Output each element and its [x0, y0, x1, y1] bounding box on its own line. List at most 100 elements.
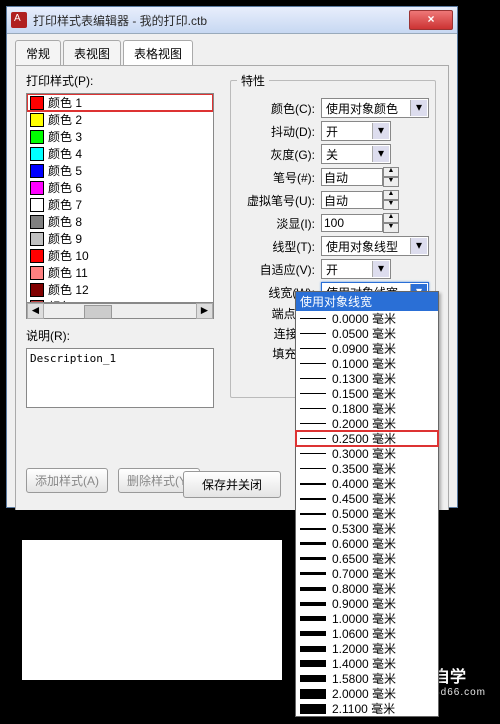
style-list-item[interactable]: 颜色 11 [27, 264, 213, 281]
color-swatch-icon [30, 283, 44, 297]
screen-label: 淡显(I): [237, 215, 315, 232]
pen-input[interactable] [321, 168, 383, 186]
chevron-down-icon: ▾ [410, 100, 427, 116]
lineweight-option[interactable]: 0.2000 毫米 [296, 416, 438, 431]
save-close-button[interactable]: 保存并关闭 [183, 471, 281, 498]
lineweight-preview-icon [300, 542, 326, 545]
chevron-down-icon: ▾ [372, 146, 389, 162]
lineweight-option[interactable]: 1.2000 毫米 [296, 641, 438, 656]
style-list-label: 颜色 2 [48, 111, 82, 128]
linetype-label: 线型(T): [237, 238, 315, 255]
lineweight-option[interactable]: 0.5000 毫米 [296, 506, 438, 521]
tab-table-view[interactable]: 表视图 [63, 40, 121, 65]
lineweight-preview-icon [300, 660, 326, 667]
color-swatch-icon [30, 249, 44, 263]
lineweight-option[interactable]: 1.4000 毫米 [296, 656, 438, 671]
lineweight-option[interactable]: 1.0000 毫米 [296, 611, 438, 626]
color-swatch-icon [30, 215, 44, 229]
h-scrollbar[interactable]: ◄ ► [26, 303, 214, 319]
lineweight-preview-icon [300, 363, 326, 364]
lineweight-option[interactable]: 0.0500 毫米 [296, 326, 438, 341]
lineweight-option[interactable]: 0.3000 毫米 [296, 446, 438, 461]
dither-combo[interactable]: 开▾ [321, 121, 391, 141]
titlebar[interactable]: 打印样式表编辑器 - 我的打印.ctb × [7, 7, 457, 34]
adaptive-combo[interactable]: 开▾ [321, 259, 391, 279]
lineweight-option[interactable]: 0.5300 毫米 [296, 521, 438, 536]
lineweight-preview-icon [300, 602, 326, 606]
lineweight-option[interactable]: 2.1100 毫米 [296, 701, 438, 716]
lineweight-preview-icon [300, 513, 326, 515]
lineweight-preview-icon [300, 408, 326, 409]
lineweight-option[interactable]: 0.7000 毫米 [296, 566, 438, 581]
style-list-item[interactable]: 颜色 5 [27, 162, 213, 179]
styles-listbox[interactable]: 颜色 1颜色 2颜色 3颜色 4颜色 5颜色 6颜色 7颜色 8颜色 9颜色 1… [26, 93, 214, 303]
styles-label: 打印样式(P): [26, 72, 218, 89]
description-box[interactable]: Description_1 [26, 348, 214, 408]
lineweight-preview-icon [300, 348, 326, 349]
linetype-combo[interactable]: 使用对象线型▾ [321, 236, 429, 256]
scroll-thumb[interactable] [84, 305, 112, 319]
lineweight-option[interactable]: 0.1500 毫米 [296, 386, 438, 401]
lineweight-option[interactable]: 0.6500 毫米 [296, 551, 438, 566]
lineweight-dropdown[interactable]: 使用对象线宽 0.0000 毫米0.0500 毫米0.0900 毫米0.1000… [295, 291, 439, 717]
color-swatch-icon [30, 96, 44, 110]
vpen-spinner[interactable]: ▲▼ [383, 190, 399, 210]
gray-combo[interactable]: 关▾ [321, 144, 391, 164]
lineweight-preview-icon [300, 528, 326, 530]
scroll-right-icon[interactable]: ► [196, 303, 213, 319]
lineweight-preview-icon [300, 498, 326, 500]
style-list-item[interactable]: 颜色 1 [27, 94, 213, 111]
tab-form-view[interactable]: 表格视图 [123, 40, 193, 65]
style-list-item[interactable]: 颜色 8 [27, 213, 213, 230]
lineweight-preview-icon [300, 557, 326, 560]
lineweight-preview-icon [300, 646, 326, 652]
style-list-item[interactable]: 颜色 4 [27, 145, 213, 162]
tab-general[interactable]: 常规 [15, 40, 61, 65]
color-combo[interactable]: 使用对象颜色▾ [321, 98, 429, 118]
style-list-item[interactable]: 颜色 3 [27, 128, 213, 145]
lineweight-option[interactable]: 0.1300 毫米 [296, 371, 438, 386]
lineweight-preview-icon [300, 704, 326, 714]
lineweight-option[interactable]: 0.2500 毫米 [296, 431, 438, 446]
lineweight-option[interactable]: 0.8000 毫米 [296, 581, 438, 596]
lineweight-preview-icon [300, 587, 326, 591]
lineweight-option[interactable]: 2.0000 毫米 [296, 686, 438, 701]
lineweight-option[interactable]: 0.6000 毫米 [296, 536, 438, 551]
style-list-item[interactable]: 颜色 6 [27, 179, 213, 196]
lineweight-option[interactable]: 0.3500 毫米 [296, 461, 438, 476]
style-list-item[interactable]: 颜色 2 [27, 111, 213, 128]
style-list-item[interactable]: 颜色 12 [27, 281, 213, 298]
lineweight-option-label: 2.1100 毫米 [332, 700, 395, 717]
screen-spinner[interactable]: ▲▼ [383, 213, 399, 233]
lineweight-preview-icon [300, 468, 326, 469]
lineweight-option[interactable]: 0.9000 毫米 [296, 596, 438, 611]
adaptive-label: 自适应(V): [237, 261, 315, 278]
background-panel [22, 540, 282, 680]
lineweight-option[interactable]: 0.1800 毫米 [296, 401, 438, 416]
lineweight-preview-icon [300, 378, 326, 379]
lineweight-option[interactable]: 0.0900 毫米 [296, 341, 438, 356]
style-list-label: 颜色 1 [48, 94, 82, 111]
left-column: 打印样式(P): 颜色 1颜色 2颜色 3颜色 4颜色 5颜色 6颜色 7颜色 … [26, 72, 218, 493]
style-list-label: 颜色 8 [48, 213, 82, 230]
lineweight-option[interactable]: 1.0600 毫米 [296, 626, 438, 641]
vpen-input[interactable] [321, 191, 383, 209]
scroll-track[interactable] [44, 304, 196, 318]
lineweight-option[interactable]: 0.4500 毫米 [296, 491, 438, 506]
style-list-item[interactable]: 颜色 10 [27, 247, 213, 264]
style-list-label: 颜色 5 [48, 162, 82, 179]
lineweight-option[interactable]: 1.5800 毫米 [296, 671, 438, 686]
scroll-left-icon[interactable]: ◄ [27, 303, 44, 319]
style-list-item[interactable]: 颜色 7 [27, 196, 213, 213]
lineweight-option[interactable]: 0.1000 毫米 [296, 356, 438, 371]
color-swatch-icon [30, 266, 44, 280]
close-button[interactable]: × [409, 10, 453, 30]
properties-legend: 特性 [237, 72, 269, 89]
dropdown-current[interactable]: 使用对象线宽 [296, 292, 438, 311]
lineweight-option[interactable]: 0.0000 毫米 [296, 311, 438, 326]
lineweight-option[interactable]: 0.4000 毫米 [296, 476, 438, 491]
style-list-label: 颜色 4 [48, 145, 82, 162]
style-list-item[interactable]: 颜色 9 [27, 230, 213, 247]
screen-input[interactable] [321, 214, 383, 232]
pen-spinner[interactable]: ▲▼ [383, 167, 399, 187]
